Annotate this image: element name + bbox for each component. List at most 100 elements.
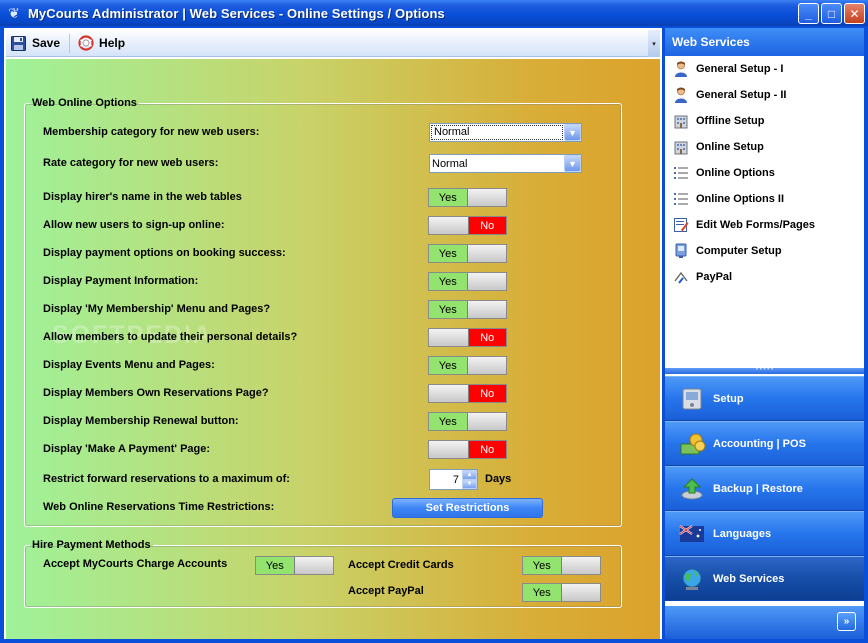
help-label: Help <box>99 36 126 50</box>
chevron-down-icon[interactable]: ▼ <box>564 155 581 172</box>
nav-sections: Setup Accounting | POS Backup | Restore Lan… <box>665 376 864 601</box>
globe-icon <box>677 564 707 594</box>
toggle-no: No <box>467 217 506 234</box>
nav-section-label: Web Services <box>713 572 785 585</box>
option-label: Display hirer's name in the web tables <box>43 191 242 203</box>
option-toggle[interactable]: No <box>428 384 507 403</box>
option-label: Allow members to update their personal d… <box>43 331 298 343</box>
maximize-button[interactable]: □ <box>821 3 842 24</box>
paypal-icon <box>673 269 689 285</box>
nav-item[interactable]: Edit Web Forms/Pages <box>665 212 864 238</box>
option-toggle[interactable]: Yes <box>428 412 507 431</box>
nav-item[interactable]: Online Options II <box>665 186 864 212</box>
toggle-knob <box>467 301 506 318</box>
nav-section[interactable]: Web Services <box>665 556 864 601</box>
nav-item[interactable]: General Setup - I <box>665 56 864 82</box>
backup-icon <box>677 474 707 504</box>
stepper-down-icon[interactable]: ▼ <box>462 479 477 489</box>
list-icon <box>673 165 689 181</box>
nav-section-label: Setup <box>713 392 744 405</box>
nav-item-label: General Setup - II <box>696 89 787 101</box>
help-icon <box>77 35 94 52</box>
toolbar-overflow-button[interactable]: ▾ <box>648 30 660 57</box>
option-toggle[interactable]: Yes <box>428 300 507 319</box>
nav-splitter[interactable]: • • • • • <box>665 367 864 374</box>
nav-item[interactable]: General Setup - II <box>665 82 864 108</box>
edit-form-icon <box>673 217 689 233</box>
option-toggle[interactable]: Yes <box>428 356 507 375</box>
chevron-down-icon[interactable]: ▼ <box>564 124 581 141</box>
restrict-reservations-label: Restrict forward reservations to a maxim… <box>43 473 290 485</box>
nav-item-label: Computer Setup <box>696 245 782 257</box>
toggle-no: No <box>467 441 506 458</box>
nav-item-list: General Setup - I General Setup - II Offli… <box>665 56 864 368</box>
toggle-knob <box>467 273 506 290</box>
toggle-knob <box>467 413 506 430</box>
toggle-no: No <box>467 329 506 346</box>
toggle-yes: Yes <box>429 189 468 206</box>
toggle-yes: Yes <box>429 301 468 318</box>
nav-item[interactable]: Offline Setup <box>665 108 864 134</box>
navigation-panel: Web Services General Setup - I General Se… <box>665 28 864 639</box>
setup-icon <box>677 384 707 414</box>
nav-item[interactable]: Online Options <box>665 160 864 186</box>
nav-section[interactable]: Setup <box>665 376 864 421</box>
paypal-toggle[interactable]: Yes <box>522 583 601 602</box>
nav-item[interactable]: Online Setup <box>665 134 864 160</box>
save-button[interactable]: Save <box>6 32 66 55</box>
stepper-arrows: ▲ ▼ <box>462 470 477 489</box>
membership-category-label: Membership category for new web users: <box>43 126 260 138</box>
rate-category-select[interactable]: Normal ▼ <box>429 154 582 173</box>
app-logo-icon: ❦ <box>8 4 20 21</box>
option-toggle[interactable]: No <box>428 216 507 235</box>
toggle-no: No <box>467 385 506 402</box>
option-label: Display Events Menu and Pages: <box>43 359 215 371</box>
credit-cards-label: Accept Credit Cards <box>348 559 454 571</box>
toggle-knob <box>429 441 468 458</box>
toggle-knob <box>429 329 468 346</box>
help-button[interactable]: Help <box>73 32 131 55</box>
toggle-yes: Yes <box>429 273 468 290</box>
nav-item[interactable]: Computer Setup <box>665 238 864 264</box>
time-restrictions-label: Web Online Reservations Time Restriction… <box>43 501 275 513</box>
toggle-yes: Yes <box>429 357 468 374</box>
nav-section[interactable]: Languages <box>665 511 864 556</box>
web-online-options-legend: Web Online Options <box>32 97 137 109</box>
window-title: MyCourts Administrator | Web Services - … <box>28 5 445 21</box>
nav-item-label: Online Options II <box>696 193 784 205</box>
toggle-knob <box>467 357 506 374</box>
option-toggle[interactable]: Yes <box>428 188 507 207</box>
list-icon <box>673 191 689 207</box>
computer-icon <box>673 243 689 259</box>
toggle-yes: Yes <box>429 413 468 430</box>
stepper-up-icon[interactable]: ▲ <box>462 470 477 480</box>
option-toggle[interactable]: No <box>428 440 507 459</box>
membership-category-select[interactable]: Normal ▼ <box>429 123 582 142</box>
nav-item-label: Edit Web Forms/Pages <box>696 219 815 231</box>
restrict-days-stepper[interactable]: 7 ▲ ▼ <box>429 469 478 490</box>
toggle-yes: Yes <box>256 557 295 574</box>
options-content: SOFTPEDIA Web Online Options Membership … <box>6 59 660 639</box>
title-bar: ❦ MyCourts Administrator | Web Services … <box>0 0 868 26</box>
option-toggle[interactable]: Yes <box>428 244 507 263</box>
expand-sections-button[interactable]: » <box>837 612 856 631</box>
option-toggle[interactable]: Yes <box>428 272 507 291</box>
toggle-knob <box>561 557 600 574</box>
set-restrictions-button[interactable]: Set Restrictions <box>392 498 543 518</box>
nav-item[interactable]: PayPal <box>665 264 864 290</box>
paypal-label: Accept PayPal <box>348 585 424 597</box>
nav-section[interactable]: Backup | Restore <box>665 466 864 511</box>
toolbar-separator <box>69 33 71 53</box>
minimize-button[interactable]: _ <box>798 3 819 24</box>
toggle-knob <box>561 584 600 601</box>
nav-section[interactable]: Accounting | POS <box>665 421 864 466</box>
building-icon <box>673 113 689 129</box>
credit-cards-toggle[interactable]: Yes <box>522 556 601 575</box>
main-panel: Save Help ▾ SOFTPEDIA Web Online Options… <box>4 28 662 639</box>
charge-accounts-toggle[interactable]: Yes <box>255 556 334 575</box>
nav-item-label: General Setup - I <box>696 63 784 75</box>
option-toggle[interactable]: No <box>428 328 507 347</box>
nav-section-label: Backup | Restore <box>713 482 803 495</box>
close-button[interactable]: ✕ <box>844 3 865 24</box>
hire-payment-methods-legend: Hire Payment Methods <box>32 539 151 551</box>
